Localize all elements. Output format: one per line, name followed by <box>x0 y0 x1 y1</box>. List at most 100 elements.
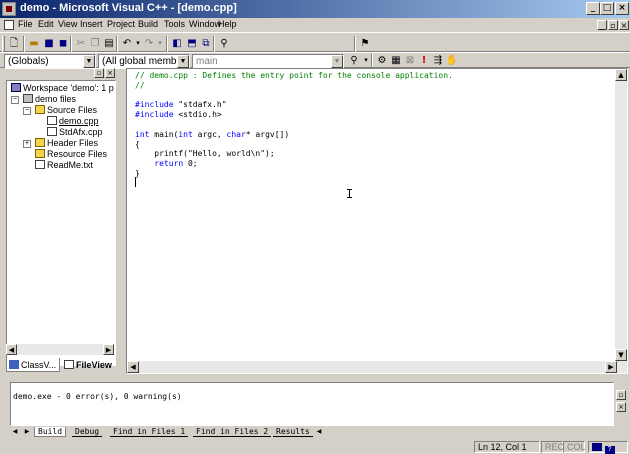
code-keyword: #include <box>135 110 174 120</box>
code-line[interactable]: #include "stdafx.h" <box>135 100 453 110</box>
workspace-restore-icon[interactable]: ▫ <box>94 68 104 78</box>
menu-insert[interactable]: Insert <box>80 19 103 29</box>
tab-find-in-files-2[interactable]: Find in Files 2 <box>193 427 272 437</box>
output-restore-icon[interactable]: ▫ <box>616 390 626 400</box>
code-line[interactable] <box>135 120 453 130</box>
workspace-panel: ▫ × Workspace 'demo': 1 p − demo files −… <box>2 68 118 374</box>
tab-scroll-right-icon[interactable]: ▶ <box>22 427 32 437</box>
code-editor[interactable]: // demo.cpp : Defines the entry point fo… <box>126 68 628 374</box>
menu-edit[interactable]: Edit <box>38 19 54 29</box>
save-all-icon[interactable]: ◼ <box>55 36 71 51</box>
close-button[interactable]: × <box>615 2 629 15</box>
collapse-icon[interactable]: − <box>23 107 31 115</box>
tab-scroll-end-icon[interactable]: ◀ <box>314 427 324 437</box>
chevron-down-icon[interactable]: ▼ <box>177 55 189 68</box>
scroll-right-icon[interactable]: ▶ <box>605 361 617 373</box>
editor-vscrollbar[interactable]: ▲ ▼ <box>615 69 627 373</box>
chevron-down-icon[interactable]: ▼ <box>331 55 343 68</box>
toolbar-separator <box>354 36 356 52</box>
tree-file-demo-cpp[interactable]: demo.cpp <box>47 116 99 127</box>
app-icon[interactable] <box>2 2 16 16</box>
folder-open-icon <box>35 105 45 114</box>
minimize-button[interactable]: _ <box>586 2 600 15</box>
mdi-close-button[interactable]: × <box>619 20 629 30</box>
tree-workspace[interactable]: Workspace 'demo': 1 p <box>11 83 114 94</box>
text-caret <box>135 177 136 187</box>
workspace-hscrollbar[interactable]: ◀ ▶ <box>6 344 114 355</box>
filter-combo[interactable]: (All global members ▼ <box>98 54 190 69</box>
code-line[interactable]: return 0; <box>135 159 453 169</box>
fileview-icon <box>64 360 74 369</box>
menu-window[interactable]: Window <box>189 19 221 29</box>
output-text-area[interactable]: demo.exe - 0 error(s), 0 warning(s) <box>10 382 614 426</box>
file-icon <box>35 160 45 169</box>
tree-header-folder[interactable]: Header Files <box>35 138 98 149</box>
mdi-restore-button[interactable]: ▫ <box>608 20 618 30</box>
tree-source-folder[interactable]: Source Files <box>35 105 97 116</box>
tree-file-readme[interactable]: ReadMe.txt <box>35 160 93 171</box>
toolbar-separator <box>116 36 118 52</box>
tab-classview[interactable]: ClassV... <box>6 358 60 372</box>
cursor-position: Ln 12, Col 1 <box>474 441 540 453</box>
code-token: { <box>135 139 140 149</box>
output-close-icon[interactable]: × <box>616 402 626 412</box>
expand-icon[interactable]: + <box>23 140 31 148</box>
document-icon[interactable] <box>4 20 14 30</box>
tab-scroll-left-icon[interactable]: ◀ <box>10 427 20 437</box>
tab-find-in-files-1[interactable]: Find in Files 1 <box>110 427 189 437</box>
class-combo[interactable]: (Globals) ▼ <box>4 54 96 69</box>
code-line[interactable]: } <box>135 169 453 179</box>
help-icon[interactable]: ? <box>604 446 615 454</box>
maximize-button[interactable]: □ <box>600 2 614 15</box>
find-in-files-icon[interactable]: ⚲ <box>216 36 232 51</box>
tab-fileview-label: FileView <box>76 360 112 370</box>
collapse-icon[interactable]: − <box>11 96 19 104</box>
tab-debug[interactable]: Debug <box>72 427 103 437</box>
workspace-close-icon[interactable]: × <box>105 68 115 78</box>
tab-results[interactable]: Results <box>273 427 313 437</box>
mdi-minimize-button[interactable]: _ <box>597 20 607 30</box>
code-line[interactable] <box>135 91 453 101</box>
members-combo[interactable]: main ▼ <box>192 54 344 69</box>
menu-help[interactable]: Help <box>218 19 237 29</box>
toolbar-grip[interactable] <box>2 36 5 52</box>
window-list-icon[interactable]: ⧉ <box>198 36 214 51</box>
workspace-icon <box>11 83 21 92</box>
menu-view[interactable]: View <box>58 19 77 29</box>
scroll-up-icon[interactable]: ▲ <box>615 69 627 81</box>
code-keyword: #include <box>135 100 174 110</box>
tree-resource-folder[interactable]: Resource Files <box>35 149 107 160</box>
breakpoint-icon[interactable]: ✋ <box>444 53 460 68</box>
wizardbar-toolbar: (Globals) ▼ (All global members ▼ main ▼… <box>0 52 630 69</box>
scroll-down-icon[interactable]: ▼ <box>615 349 627 361</box>
menu-file[interactable]: File <box>18 19 33 29</box>
folder-icon <box>35 138 45 147</box>
tab-fileview[interactable]: FileView <box>62 358 112 372</box>
workspace-window-icon[interactable]: ◧ <box>169 36 185 51</box>
menu-build[interactable]: Build <box>138 19 158 29</box>
code-line[interactable]: { <box>135 140 453 150</box>
code-line[interactable]: printf("Hello, world\n"); <box>135 149 453 159</box>
code-line[interactable]: // <box>135 81 453 91</box>
chevron-down-icon[interactable]: ▼ <box>83 55 95 68</box>
open-folder-icon[interactable]: ▬ <box>26 36 42 51</box>
new-file-icon[interactable]: 🗋 <box>6 36 22 51</box>
tree-file-stdafx-cpp[interactable]: StdAfx.cpp <box>47 127 103 138</box>
scroll-left-icon[interactable]: ◀ <box>6 344 17 355</box>
menu-project[interactable]: Project <box>107 19 135 29</box>
code-line[interactable]: // demo.cpp : Defines the entry point fo… <box>135 71 453 81</box>
menu-tools[interactable]: Tools <box>164 19 185 29</box>
code-text[interactable]: // demo.cpp : Defines the entry point fo… <box>135 71 453 179</box>
scroll-left-icon[interactable]: ◀ <box>127 361 139 373</box>
tree-project[interactable]: demo files <box>23 94 76 105</box>
paste-icon[interactable]: ▤ <box>101 36 117 51</box>
code-token: * argv[]) <box>245 129 290 139</box>
find-icon[interactable]: ⚑ <box>357 36 373 51</box>
keyboard-icon[interactable] <box>592 443 602 451</box>
code-line[interactable]: int main(int argc, char* argv[]) <box>135 130 453 140</box>
tab-build[interactable]: Build <box>34 427 67 437</box>
code-line[interactable]: #include <stdio.h> <box>135 110 453 120</box>
scroll-right-icon[interactable]: ▶ <box>103 344 114 355</box>
editor-hscrollbar[interactable]: ◀ ▶ <box>127 361 617 373</box>
